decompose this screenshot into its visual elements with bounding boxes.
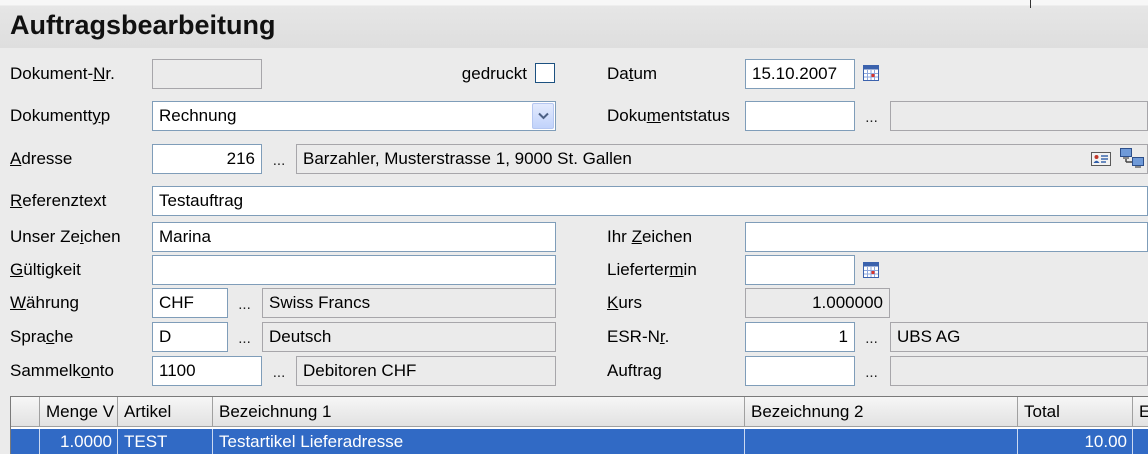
row-selector-header <box>11 397 40 426</box>
calendar-icon[interactable] <box>862 261 880 279</box>
cell-total[interactable]: 10.00 <box>1018 429 1133 454</box>
gueltigkeit-field[interactable] <box>152 255 556 285</box>
accesskey-underline: N <box>93 64 106 83</box>
accesskey-underline: r <box>659 327 665 346</box>
calendar-icon[interactable] <box>862 64 880 82</box>
accesskey-underline: K <box>607 293 619 312</box>
cell-bezeichnung-2[interactable] <box>745 429 1018 454</box>
accesskey-underline: G <box>10 260 24 279</box>
ihr-zeichen-field[interactable] <box>745 222 1148 252</box>
sprache-description: Deutsch <box>262 322 556 352</box>
unser-zeichen-field[interactable]: Marina <box>152 222 556 252</box>
waehrung-description: Swiss Francs <box>262 288 556 318</box>
waehrung-field[interactable]: CHF <box>152 288 228 318</box>
sprache-label: Sprache <box>10 327 74 346</box>
accesskey-underline: A <box>10 149 22 168</box>
ihr-zeichen-label: Ihr Zeichen <box>607 227 693 246</box>
kurs-field: 1.000000 <box>745 288 890 318</box>
adresse-description: Barzahler, Musterstrasse 1, 9000 St. Gal… <box>296 144 1148 174</box>
datum-field[interactable]: 15.10.2007 <box>745 59 855 89</box>
dokumentstatus-field[interactable] <box>745 101 855 131</box>
auftrag-lookup-button[interactable]: ... <box>858 356 885 386</box>
sammelkonto-description: Debitoren CHF <box>296 356 556 386</box>
kurs-label: Kurs <box>607 293 642 312</box>
accesskey-underline: y <box>92 106 101 125</box>
accesskey-underline: m <box>646 106 661 125</box>
sprache-field[interactable]: D <box>152 322 228 352</box>
dokumenttyp-select[interactable]: Rechnung <box>152 101 556 131</box>
adresse-label: Adresse <box>10 149 73 168</box>
form-header: Auftragsbearbeitung <box>0 0 1148 48</box>
cell-artikel[interactable]: TEST <box>118 429 213 454</box>
adresse-field[interactable]: 216 <box>152 144 262 174</box>
page-title: Auftragsbearbeitung <box>10 10 276 40</box>
auftrag-description <box>890 356 1148 386</box>
dokumentstatus-description <box>890 101 1148 131</box>
column-header-artikel[interactable]: Artikel <box>118 397 213 426</box>
sammelkonto-field[interactable]: 1100 <box>152 356 262 386</box>
referenztext-field[interactable]: Testauftrag <box>152 186 1148 216</box>
gedruckt-checkbox[interactable] <box>535 63 555 83</box>
auftrag-label: Auftrag <box>607 361 662 380</box>
column-header-bezeichnung-1[interactable]: Bezeichnung 1 <box>213 397 745 426</box>
dokumentstatus-lookup-button[interactable]: ... <box>858 101 885 131</box>
esr-nr-label: ESR-Nr. <box>607 327 670 346</box>
grid-header-row: Menge V Artikel Bezeichnung 1 Bezeichnun… <box>11 397 1148 427</box>
referenztext-label: Referenztext <box>10 191 107 210</box>
esr-nr-lookup-button[interactable]: ... <box>858 322 885 352</box>
dokumentstatus-label: Dokumentstatus <box>607 106 730 125</box>
esr-nr-description: UBS AG <box>890 322 1148 352</box>
window-edge-marker <box>1030 0 1031 8</box>
chevron-down-icon <box>538 112 549 120</box>
liefertermin-field[interactable] <box>745 255 855 285</box>
accesskey-underline: Z <box>631 227 642 246</box>
cell-menge[interactable]: 1.0000 <box>40 429 118 454</box>
datum-label: Datum <box>607 64 658 83</box>
dokument-nr-field <box>152 59 262 89</box>
dokumenttyp-dropdown-button[interactable] <box>532 103 554 129</box>
esr-nr-field[interactable]: 1 <box>745 322 855 352</box>
dokumenttyp-label: Dokumenttyp <box>10 106 111 125</box>
adresse-lookup-button[interactable]: ... <box>265 144 293 174</box>
row-selector[interactable] <box>11 429 40 454</box>
auftragsbearbeitung-form: Auftragsbearbeitung Dokument-Nr. gedruck… <box>0 0 1148 454</box>
dokumenttyp-value: Rechnung <box>159 106 237 125</box>
column-header-menge[interactable]: Menge V <box>40 397 118 426</box>
positions-grid[interactable]: Menge V Artikel Bezeichnung 1 Bezeichnun… <box>10 396 1148 454</box>
column-header-extra[interactable]: E <box>1133 397 1148 426</box>
sammelkonto-label: Sammelkonto <box>10 361 114 380</box>
accesskey-underline: o <box>80 361 91 380</box>
network-icon[interactable] <box>1118 146 1146 170</box>
cell-bezeichnung-1[interactable]: Testartikel Lieferadresse <box>213 429 745 454</box>
accesskey-underline: W <box>10 293 27 312</box>
address-card-icon[interactable] <box>1090 150 1112 168</box>
gueltigkeit-label: Gültigkeit <box>10 260 81 279</box>
liefertermin-label: Liefertermin <box>607 260 697 279</box>
waehrung-lookup-button[interactable]: ... <box>231 288 258 318</box>
accesskey-underline: c <box>45 327 55 346</box>
accesskey-underline: t <box>628 64 634 83</box>
accesskey-underline: m <box>669 260 684 279</box>
cell-extra[interactable] <box>1133 429 1148 454</box>
column-header-total[interactable]: Total <box>1018 397 1133 426</box>
gedruckt-label: gedruckt <box>461 64 527 83</box>
auftrag-field[interactable] <box>745 356 855 386</box>
sammelkonto-lookup-button[interactable]: ... <box>265 356 293 386</box>
table-row[interactable]: 1.0000 TEST Testartikel Lieferadresse 10… <box>11 429 1148 454</box>
column-header-bezeichnung-2[interactable]: Bezeichnung 2 <box>745 397 1018 426</box>
accesskey-underline: R <box>10 191 23 210</box>
dokument-nr-label: Dokument-Nr. <box>10 64 115 83</box>
accesskey-underline: i <box>79 227 84 246</box>
sprache-lookup-button[interactable]: ... <box>231 322 258 352</box>
unser-zeichen-label: Unser Zeichen <box>10 227 121 246</box>
waehrung-label: Währung <box>10 293 79 312</box>
